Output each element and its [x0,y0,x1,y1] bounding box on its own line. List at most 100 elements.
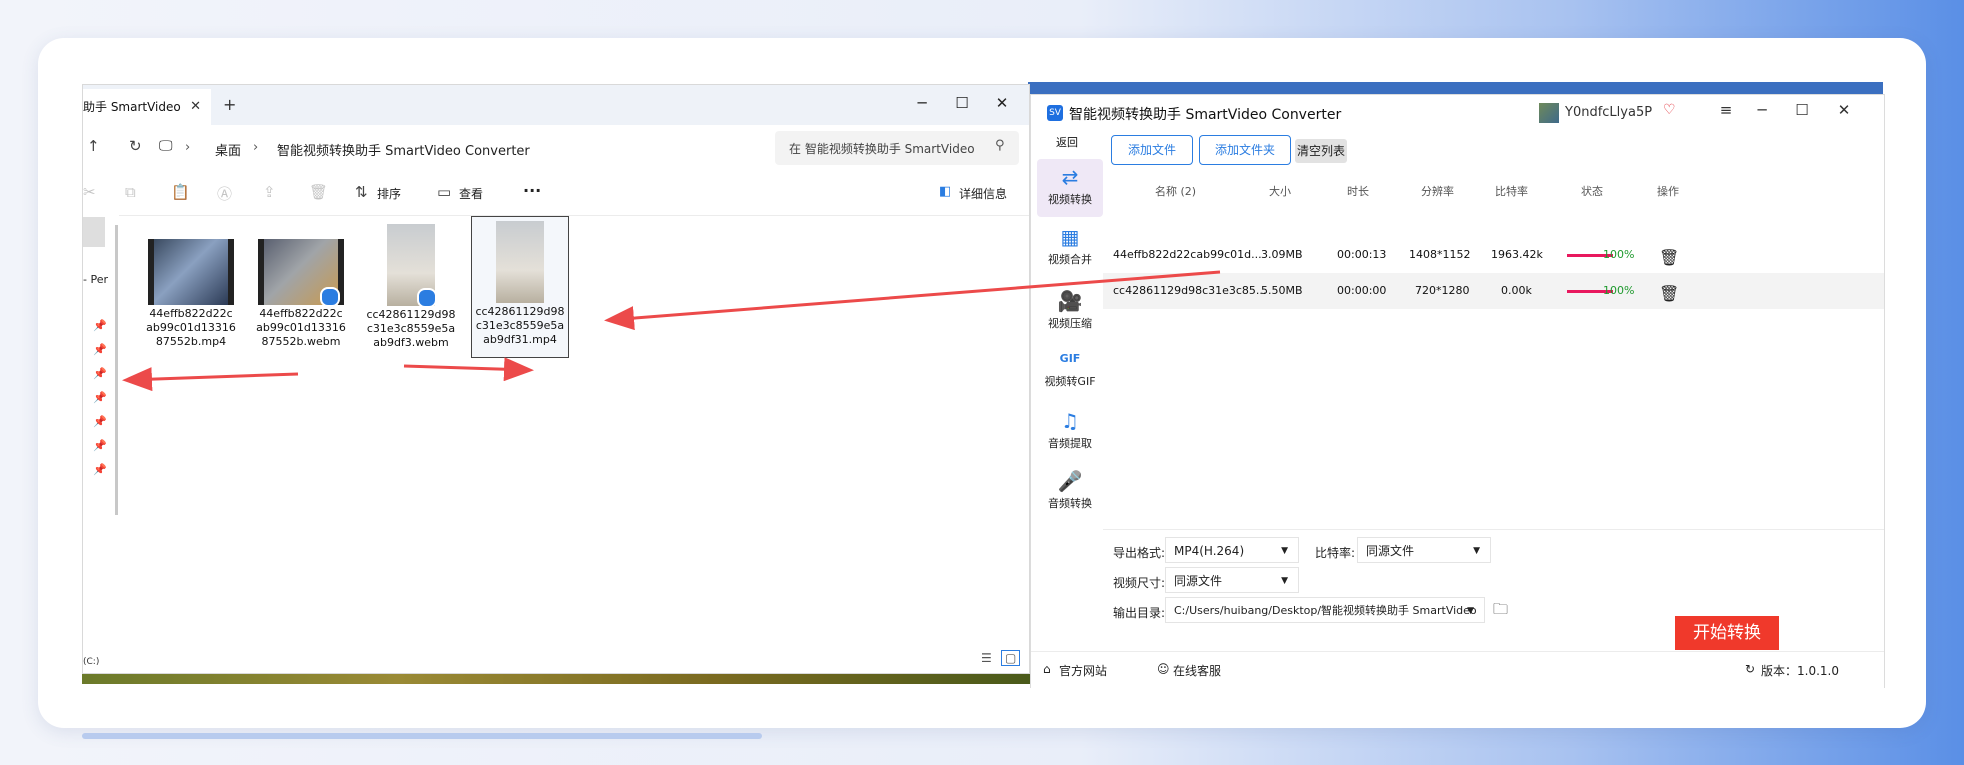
format-value: MP4(H.264) [1174,544,1245,558]
pin-icon: 📌 [93,391,107,404]
clear-list-button[interactable]: 清空列表 [1295,139,1347,163]
pin-icon: 📌 [93,463,107,476]
nav-pane-scrollbar[interactable] [115,225,118,515]
vip-icon[interactable]: ♡ [1663,102,1676,118]
pin-icon: 📌 [93,439,107,452]
delete-icon[interactable]: 🗑 [1659,248,1679,267]
column-header-name[interactable]: 名称 (2) [1155,183,1196,199]
file-item-selected[interactable]: cc42861129d98 c31e3c8559e5a ab9df31.mp4 [471,216,569,358]
app-footer: ⌂ 官方网站 ☺ 在线客服 ↻ 版本：1.0.1.0 [1031,651,1884,688]
breadcrumb-item-desktop[interactable]: 桌面 [215,140,241,159]
explorer-tab[interactable]: 助手 SmartVideo ✕ [83,89,211,125]
menu-icon[interactable]: ≡ [1711,101,1741,119]
close-window-icon[interactable]: ✕ [1829,101,1859,119]
column-header-resolution[interactable]: 分辨率 [1421,183,1454,199]
delete-icon[interactable]: 🗑 [309,183,328,201]
bitrate-value: 同源文件 [1366,544,1415,558]
nav-video-to-gif[interactable]: GIF 视频转GIF [1037,341,1103,399]
more-icon[interactable]: ··· [523,181,541,200]
cell-size: 5.50MB [1261,284,1303,297]
delete-icon[interactable]: 🗑 [1659,284,1679,303]
back-button[interactable]: 返回 [1031,131,1103,155]
nav-video-merge[interactable]: ▦ 视频合并 [1037,219,1103,277]
file-item[interactable]: 44effb822d22c ab99c01d13316 87552b.webm [253,235,349,349]
add-file-button[interactable]: 添加文件 [1111,135,1193,165]
file-name-line: ab9df31.mp4 [483,333,557,346]
table-row[interactable]: cc42861129d98c31e3c85... 5.50MB 00:00:00… [1103,273,1884,309]
refresh-icon[interactable]: ↻ [1745,662,1755,676]
nav-label: 音频转换 [1048,497,1092,510]
file-name-line: 44effb822d22c [259,307,343,320]
app-sidebar: 返回 ⇄ 视频转换 ▦ 视频合并 🎥 视频压缩 GIF 视频转GIF ♫ 音频提… [1031,131,1103,651]
paste-icon[interactable]: 📋 [171,183,190,201]
folder-icon[interactable]: 🗀 [1493,599,1508,624]
column-header-duration[interactable]: 时长 [1347,183,1369,199]
search-input[interactable]: 在 智能视频转换助手 SmartVideo ⚲ [775,131,1019,165]
column-header-size[interactable]: 大小 [1269,183,1291,199]
nav-audio-convert[interactable]: 🎤 音频转换 [1037,463,1103,521]
breadcrumb-separator: › [185,140,191,155]
cut-icon[interactable]: ✂ [83,183,96,201]
close-icon[interactable]: ✕ [190,89,201,125]
rename-icon[interactable]: Ⓐ [217,183,232,204]
app-main-panel: 添加文件 添加文件夹 清空列表 名称 (2) 大小 时长 分辨率 比特率 状态 … [1103,131,1884,652]
avatar[interactable] [1539,103,1559,123]
outdir-value: C:/Users/huibang/Desktop/智能视频转换助手 SmartV… [1174,604,1477,617]
table-row[interactable]: 44effb822d22cab99c01d... 3.09MB 00:00:13… [1103,237,1884,273]
nav-video-convert[interactable]: ⇄ 视频转换 [1037,159,1103,217]
smartvideo-converter-window: SV 智能视频转换助手 SmartVideo Converter Y0ndfcL… [1030,94,1885,688]
explorer-address-bar: ↑ ↻ 🖵 › 桌面 › 智能视频转换助手 SmartVideo Convert… [83,125,1029,172]
monitor-icon: 🖵 [159,138,173,154]
minimize-icon[interactable]: ─ [1747,101,1777,119]
cell-size: 3.09MB [1261,248,1303,261]
column-header-bitrate[interactable]: 比特率 [1495,183,1528,199]
breadcrumb-item-folder[interactable]: 智能视频转换助手 SmartVideo Converter [277,140,530,159]
nav-label: 视频合并 [1048,253,1092,266]
up-arrow-icon[interactable]: ↑ [87,137,100,155]
view-button[interactable]: 查看 [459,185,483,202]
pin-icon: 📌 [93,343,107,356]
copy-icon[interactable]: ⧉ [125,183,136,201]
online-support-link[interactable]: 在线客服 [1173,662,1221,679]
maximize-icon[interactable]: ☐ [1787,101,1817,119]
column-header-action[interactable]: 操作 [1657,183,1679,199]
nav-pane-item-fragment[interactable]: - Per [83,273,108,286]
music-note-icon: ♫ [1061,409,1079,433]
minimize-icon[interactable]: ─ [907,85,937,121]
nav-video-compress[interactable]: 🎥 视频压缩 [1037,283,1103,341]
video-thumbnail [258,239,344,307]
file-item[interactable]: 44effb822d22c ab99c01d13316 87552b.mp4 [143,235,239,349]
address-box[interactable]: 🖵 › 桌面 › 智能视频转换助手 SmartVideo Converter [159,131,843,165]
video-thumbnail [148,239,234,305]
nav-label: 视频压缩 [1048,317,1092,330]
version-text: 版本：1.0.1.0 [1761,664,1839,678]
file-item[interactable]: cc42861129d98 c31e3c8559e5a ab9df3.webm [363,220,459,350]
bitrate-select[interactable]: 同源文件 ▼ [1357,537,1491,563]
column-header-status[interactable]: 状态 [1581,183,1603,199]
video-merge-icon: ▦ [1060,225,1080,249]
format-label: 导出格式: [1113,546,1166,560]
add-folder-button[interactable]: 添加文件夹 [1199,135,1291,165]
outdir-select[interactable]: C:/Users/huibang/Desktop/智能视频转换助手 SmartV… [1165,597,1485,623]
refresh-icon[interactable]: ↻ [129,137,142,155]
user-name[interactable]: Y0ndfcLlya5P [1565,105,1652,120]
maximize-icon[interactable]: ☐ [947,85,977,121]
size-label: 视频尺寸: [1113,576,1166,590]
thumbnail-view-icon[interactable]: ▢ [1001,650,1021,666]
sort-button[interactable]: 排序 [377,185,401,202]
details-button[interactable]: 详细信息 [959,185,1007,202]
nav-audio-extract[interactable]: ♫ 音频提取 [1037,403,1103,461]
new-tab-icon[interactable]: + [223,85,236,125]
nav-pane-drive-fragment[interactable]: (C:) [83,657,99,667]
size-select[interactable]: 同源文件 ▼ [1165,567,1299,593]
official-website-link[interactable]: 官方网站 [1059,662,1107,679]
share-icon[interactable]: ⇪ [263,183,276,201]
file-name-line: c31e3c8559e5a [475,319,565,332]
list-view-icon[interactable]: ☰ [981,651,992,665]
video-thumbnail [496,221,544,303]
file-explorer-window: 助手 SmartVideo ✕ + ─ ☐ ✕ ↑ ↻ 🖵 › 桌面 › 智能视… [82,84,1030,674]
start-convert-button[interactable]: 开始转换 [1675,616,1779,650]
format-select[interactable]: MP4(H.264) ▼ [1165,537,1299,563]
outdir-label: 输出目录: [1113,606,1166,620]
close-window-icon[interactable]: ✕ [987,85,1017,121]
